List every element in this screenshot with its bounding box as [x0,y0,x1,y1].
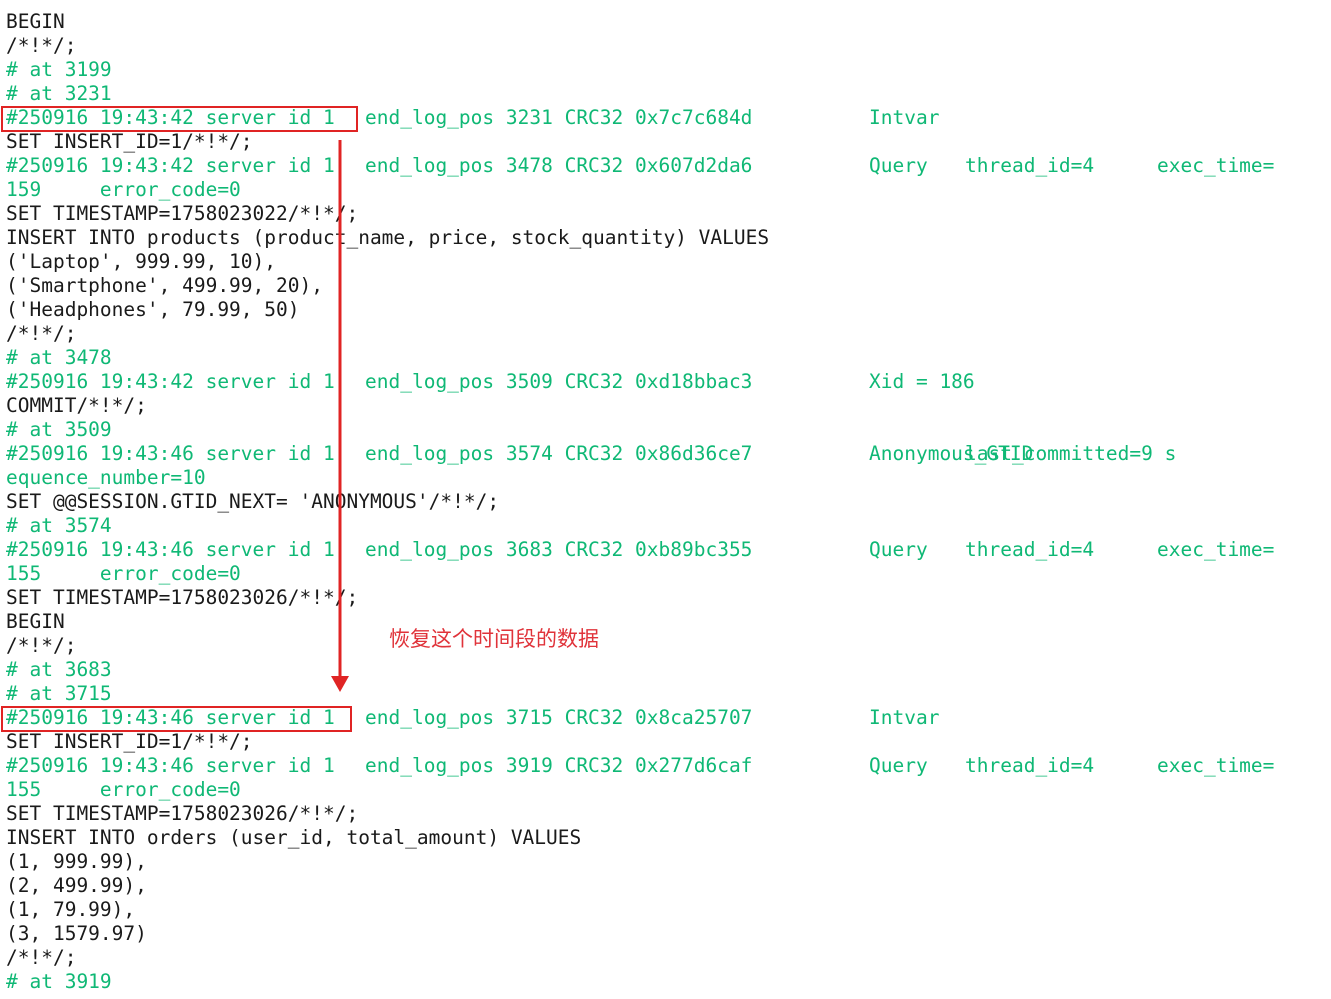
sql-statement-line: /*!*/; [6,34,77,57]
header-field: end_log_pos 3919 CRC32 0x277d6caf [365,754,753,777]
binlog-comment-line: 155 error_code=0 [6,562,241,585]
header-field: thread_id=4 [965,754,1095,777]
binlog-comment-line: # at 3478 [6,346,112,369]
sql-statement-line: INSERT INTO orders (user_id, total_amoun… [6,826,582,849]
header-field: exec_time= [1157,538,1275,561]
annotation-label: 恢复这个时间段的数据 [389,627,599,651]
header-field: Intvar [869,706,940,729]
binlog-comment-line: # at 3574 [6,514,112,537]
header-field: #250916 19:43:42 server id 1 [6,370,335,393]
header-field: Intvar [869,106,940,129]
header-field: Query [869,754,928,777]
header-field: thread_id=4 [965,538,1095,561]
header-field: thread_id=4 [965,154,1095,177]
sql-statement-line: ('Laptop', 999.99, 10), [6,250,277,273]
start-time-highlight-box [1,106,358,132]
terminal-window: BEGIN/*!*/; # at 3199 # at 3231 #250916 19:… [0,0,1331,999]
sql-statement-line: SET TIMESTAMP=1758023026/*!*/; [6,586,359,609]
header-field: #250916 19:43:46 server id 1 [6,442,335,465]
header-field: #250916 19:43:46 server id 1 [6,538,335,561]
binlog-comment-line: # at 3509 [6,418,112,441]
sql-statement-line: (2, 499.99), [6,874,147,897]
header-field: end_log_pos 3478 CRC32 0x607d2da6 [365,154,753,177]
sql-statement-line: INSERT INTO products (product_name, pric… [6,226,770,249]
sql-statement-line: SET INSERT_ID=1/*!*/; [6,130,253,153]
binlog-comment-line: # at 3715 [6,682,112,705]
sql-statement-line: /*!*/; [6,946,77,969]
sql-statement-line: SET @@SESSION.GTID_NEXT= 'ANONYMOUS'/*!*… [6,490,500,513]
sql-statement-line: /*!*/; [6,634,77,657]
header-field: end_log_pos 3574 CRC32 0x86d36ce7 [365,442,753,465]
binlog-comment-line: # at 3199 [6,58,112,81]
sql-statement-line: SET TIMESTAMP=1758023026/*!*/; [6,802,359,825]
header-field: #250916 19:43:42 server id 1 [6,154,335,177]
header-field: last_committed=9 s [965,442,1177,465]
header-field: exec_time= [1157,754,1275,777]
header-field: end_log_pos 3683 CRC32 0xb89bc355 [365,538,753,561]
header-field: #250916 19:43:46 server id 1 [6,754,335,777]
sql-statement-line: (1, 79.99), [6,898,136,921]
sql-statement-line: (1, 999.99), [6,850,147,873]
binlog-comment-line: 159 error_code=0 [6,178,241,201]
sql-statement-line: BEGIN [6,610,65,633]
binlog-comment-line: # at 3919 [6,970,112,993]
header-field: end_log_pos 3715 CRC32 0x8ca25707 [365,706,753,729]
header-field: Query [869,538,928,561]
header-field: Xid = 186 [869,370,975,393]
binlog-comment-line: # at 3231 [6,82,112,105]
binlog-comment-line: 155 error_code=0 [6,778,241,801]
sql-statement-line: SET INSERT_ID=1/*!*/; [6,730,253,753]
header-field: Query [869,154,928,177]
sql-statement-line: COMMIT/*!*/; [6,394,147,417]
header-field: exec_time= [1157,154,1275,177]
sql-statement-line: ('Smartphone', 499.99, 20), [6,274,323,297]
sql-statement-line: BEGIN [6,10,65,33]
binlog-comment-line: equence_number=10 [6,466,206,489]
header-field: end_log_pos 3231 CRC32 0x7c7c684d [365,106,753,129]
sql-statement-line: ('Headphones', 79.99, 50) [6,298,300,321]
sql-statement-line: (3, 1579.97) [6,922,147,945]
end-time-highlight-box [1,706,352,732]
header-field: end_log_pos 3509 CRC32 0xd18bbac3 [365,370,753,393]
sql-statement-line: /*!*/; [6,322,77,345]
sql-statement-line: SET TIMESTAMP=1758023022/*!*/; [6,202,359,225]
binlog-comment-line: # at 3683 [6,658,112,681]
